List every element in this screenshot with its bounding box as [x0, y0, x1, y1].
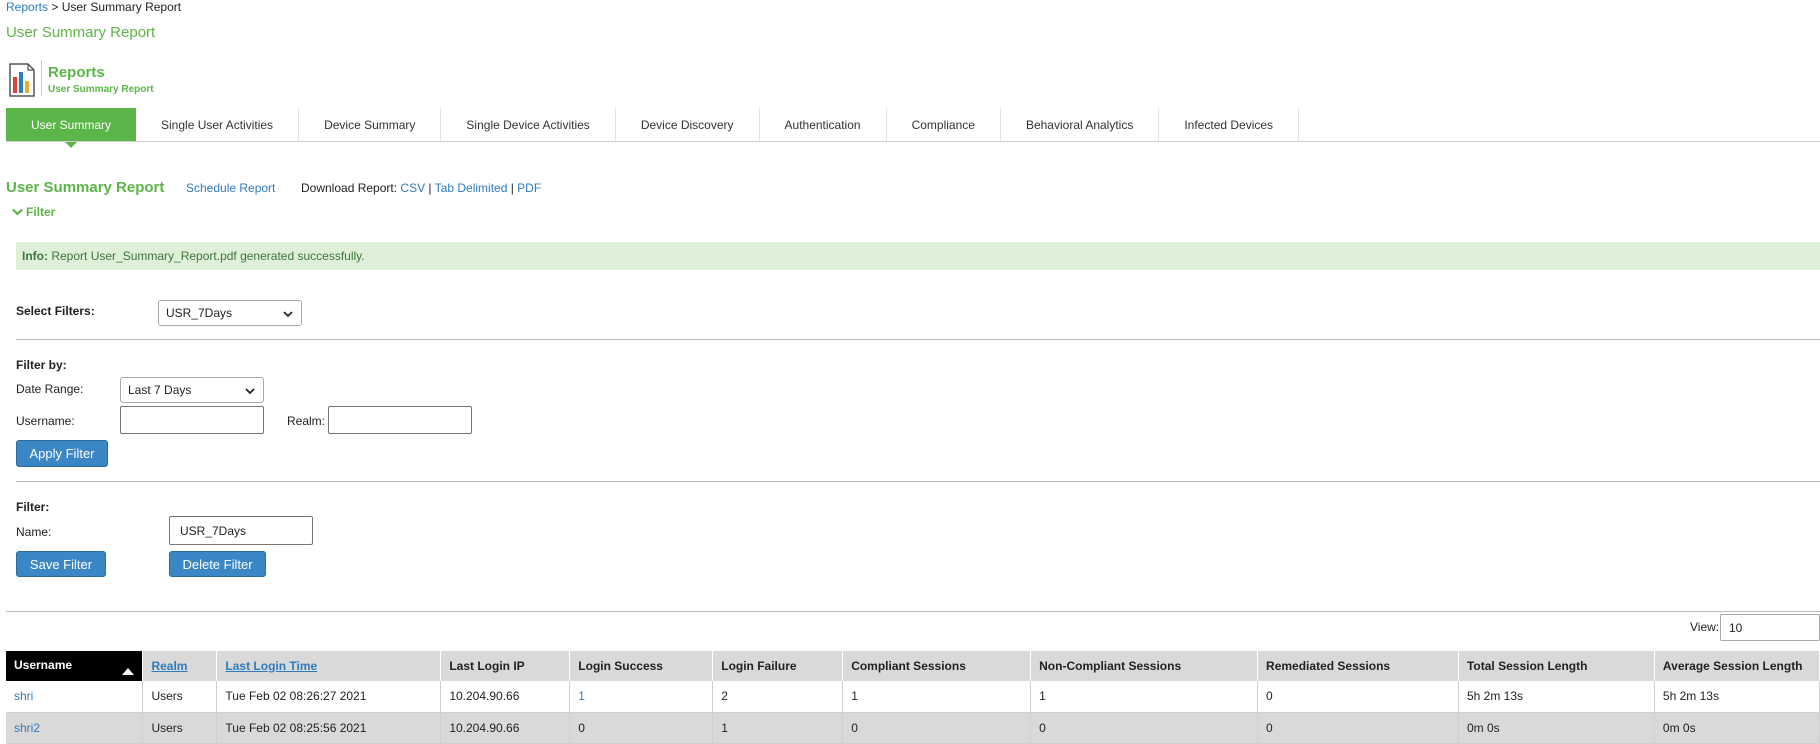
cell-username-link[interactable]: shri: [6, 681, 144, 713]
username-label: Username:: [16, 414, 75, 428]
chevron-down-icon: [283, 311, 293, 318]
breadcrumb-reports-link[interactable]: Reports: [6, 0, 48, 14]
report-chart-icon: [9, 63, 35, 97]
download-pdf-link[interactable]: PDF: [517, 181, 541, 195]
cell-average-session-length: 0m 0s: [1654, 712, 1820, 744]
tab-single-device-activities[interactable]: Single Device Activities: [441, 108, 616, 142]
cell-realm: Users: [142, 681, 218, 713]
cell-login-failure: 2: [712, 681, 844, 713]
reports-heading: Reports: [48, 64, 105, 81]
reports-subheading: User Summary Report: [48, 84, 154, 95]
date-range-label: Date Range:: [16, 382, 84, 396]
cell-non-compliant-sessions: 1: [1030, 681, 1259, 713]
tab-compliance[interactable]: Compliance: [887, 108, 1001, 142]
realm-input[interactable]: [328, 406, 472, 434]
view-label: View:: [1690, 620, 1720, 634]
column-header-non-compliant-sessions: Non-Compliant Sessions: [1030, 651, 1259, 681]
delete-filter-button[interactable]: Delete Filter: [169, 551, 266, 577]
cell-last-login-ip: 10.204.90.66: [440, 681, 571, 713]
download-report-label: Download Report:: [301, 181, 398, 195]
column-header-compliant-sessions: Compliant Sessions: [842, 651, 1032, 681]
column-header-realm[interactable]: Realm: [142, 651, 218, 681]
breadcrumb-separator: >: [48, 0, 62, 14]
cell-compliant-sessions: 1: [842, 681, 1032, 713]
username-input[interactable]: [120, 406, 264, 434]
cell-username-link[interactable]: shri2: [6, 712, 144, 744]
info-message: Info: Report User_Summary_Report.pdf gen…: [16, 242, 1820, 270]
tab-single-user-activities[interactable]: Single User Activities: [136, 108, 300, 142]
schedule-report-link[interactable]: Schedule Report: [186, 181, 275, 195]
filter-by-heading: Filter by:: [16, 358, 67, 372]
cell-total-session-length: 0m 0s: [1458, 712, 1655, 744]
date-range-dropdown[interactable]: Last 7 Days: [120, 377, 264, 403]
cell-compliant-sessions: 0: [842, 712, 1032, 744]
column-header-login-failure: Login Failure: [712, 651, 844, 681]
table-row: shri Users Tue Feb 02 08:26:27 2021 10.2…: [6, 681, 1820, 713]
sort-realm-link[interactable]: Realm: [151, 659, 187, 673]
info-text: Report User_Summary_Report.pdf generated…: [51, 249, 365, 263]
select-filters-value: USR_7Days: [166, 306, 233, 320]
realm-label: Realm:: [287, 414, 326, 428]
filter-heading: Filter:: [16, 500, 50, 514]
apply-filter-button[interactable]: Apply Filter: [16, 440, 108, 467]
cell-login-success-link[interactable]: 1: [569, 681, 714, 713]
cell-average-session-length: 5h 2m 13s: [1654, 681, 1820, 713]
download-separator: |: [507, 181, 518, 195]
select-filters-label: Select Filters:: [16, 304, 95, 318]
column-header-last-login-ip: Last Login IP: [440, 651, 571, 681]
cell-non-compliant-sessions: 0: [1030, 712, 1259, 744]
select-filters-dropdown[interactable]: USR_7Days: [158, 300, 302, 326]
report-tabs: User Summary Single User Activities Devi…: [6, 108, 1300, 148]
column-header-username[interactable]: Username: [6, 651, 144, 681]
cell-login-failure: 1: [712, 712, 844, 744]
tab-infected-devices[interactable]: Infected Devices: [1159, 108, 1300, 142]
chevron-down-icon: [245, 388, 255, 395]
user-summary-table: Username Realm Last Login Time Last Logi…: [6, 651, 1820, 744]
cell-total-session-length: 5h 2m 13s: [1458, 681, 1655, 713]
view-count-input[interactable]: [1720, 614, 1820, 641]
page-title: User Summary Report: [6, 24, 156, 41]
divider: [16, 481, 1820, 482]
cell-login-success: 0: [569, 712, 714, 744]
table-row: shri2 Users Tue Feb 02 08:25:56 2021 10.…: [6, 712, 1820, 744]
cell-remediated-sessions: 0: [1257, 712, 1459, 744]
filter-toggle-label: Filter: [26, 205, 56, 219]
column-header-average-session-length: Average Session Length: [1654, 651, 1820, 681]
column-header-remediated-sessions: Remediated Sessions: [1257, 651, 1459, 681]
download-separator: |: [425, 181, 435, 195]
download-csv-link[interactable]: CSV: [400, 181, 425, 195]
sort-ascending-icon: [122, 667, 135, 675]
section-title: User Summary Report: [6, 179, 165, 196]
cell-last-login-ip: 10.204.90.66: [440, 712, 571, 744]
download-tab-delimited-link[interactable]: Tab Delimited: [435, 181, 508, 195]
header-divider: [41, 60, 42, 96]
tab-device-discovery[interactable]: Device Discovery: [616, 108, 760, 142]
download-report: Download Report: CSV | Tab Delimited | P…: [301, 181, 541, 195]
divider: [16, 339, 1820, 340]
tab-user-summary[interactable]: User Summary: [6, 108, 137, 148]
cell-realm: Users: [142, 712, 218, 744]
filter-toggle[interactable]: Filter: [12, 205, 55, 219]
cell-remediated-sessions: 0: [1257, 681, 1459, 713]
divider: [6, 611, 1820, 612]
sort-last-login-time-link[interactable]: Last Login Time: [225, 659, 317, 673]
column-header-login-success: Login Success: [569, 651, 714, 681]
cell-last-login-time: Tue Feb 02 08:26:27 2021: [216, 681, 442, 713]
filter-name-label: Name:: [16, 525, 52, 539]
breadcrumb: Reports > User Summary Report: [6, 0, 181, 14]
column-header-last-login-time[interactable]: Last Login Time: [216, 651, 442, 681]
tab-behavioral-analytics[interactable]: Behavioral Analytics: [1001, 108, 1160, 142]
breadcrumb-current: User Summary Report: [61, 0, 182, 14]
chevron-down-icon: [12, 208, 23, 216]
tabs-divider: [6, 141, 1820, 142]
cell-last-login-time: Tue Feb 02 08:25:56 2021: [216, 712, 442, 744]
tab-device-summary[interactable]: Device Summary: [299, 108, 442, 142]
table-header-row: Username Realm Last Login Time Last Logi…: [6, 651, 1820, 681]
info-prefix: Info:: [22, 249, 48, 263]
save-filter-button[interactable]: Save Filter: [16, 551, 106, 577]
date-range-value: Last 7 Days: [128, 383, 192, 397]
column-header-total-session-length: Total Session Length: [1458, 651, 1655, 681]
tab-authentication[interactable]: Authentication: [760, 108, 887, 142]
filter-name-input[interactable]: [169, 516, 313, 545]
